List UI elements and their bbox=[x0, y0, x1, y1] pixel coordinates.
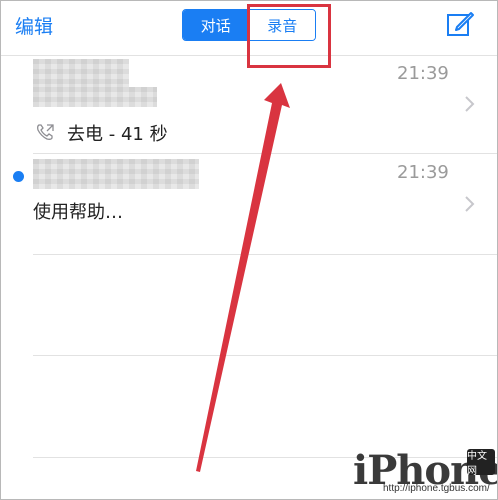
row-separator bbox=[33, 153, 497, 154]
row-separator bbox=[33, 355, 497, 356]
tab-conversations[interactable]: 对话 bbox=[183, 10, 249, 40]
compose-icon[interactable] bbox=[445, 9, 475, 39]
contact-detail-redacted bbox=[33, 87, 157, 107]
app-window: 编辑 对话 录音 21:39 去电 - 41 秒 21:39 使用帮助… iPh… bbox=[0, 0, 498, 500]
chevron-right-icon[interactable] bbox=[462, 194, 478, 214]
contact-name-redacted bbox=[33, 159, 199, 189]
annotation-highlight-box bbox=[247, 4, 331, 68]
row-time: 21:39 bbox=[397, 162, 449, 183]
row-time: 21:39 bbox=[397, 63, 449, 84]
edit-button[interactable]: 编辑 bbox=[15, 12, 53, 39]
watermark-badge: 中文网 bbox=[467, 449, 495, 477]
watermark-logo: iPhone 中文网 http://iphone.tgbus.com/ bbox=[353, 447, 497, 499]
message-preview: 使用帮助… bbox=[33, 202, 123, 223]
contact-name-redacted bbox=[33, 59, 129, 87]
watermark-url: http://iphone.tgbus.com/ bbox=[383, 483, 490, 494]
unread-indicator bbox=[13, 171, 24, 182]
outgoing-call-icon bbox=[37, 124, 54, 140]
row-separator bbox=[33, 254, 497, 255]
call-summary: 去电 - 41 秒 bbox=[67, 124, 168, 145]
chevron-right-icon[interactable] bbox=[462, 94, 478, 114]
